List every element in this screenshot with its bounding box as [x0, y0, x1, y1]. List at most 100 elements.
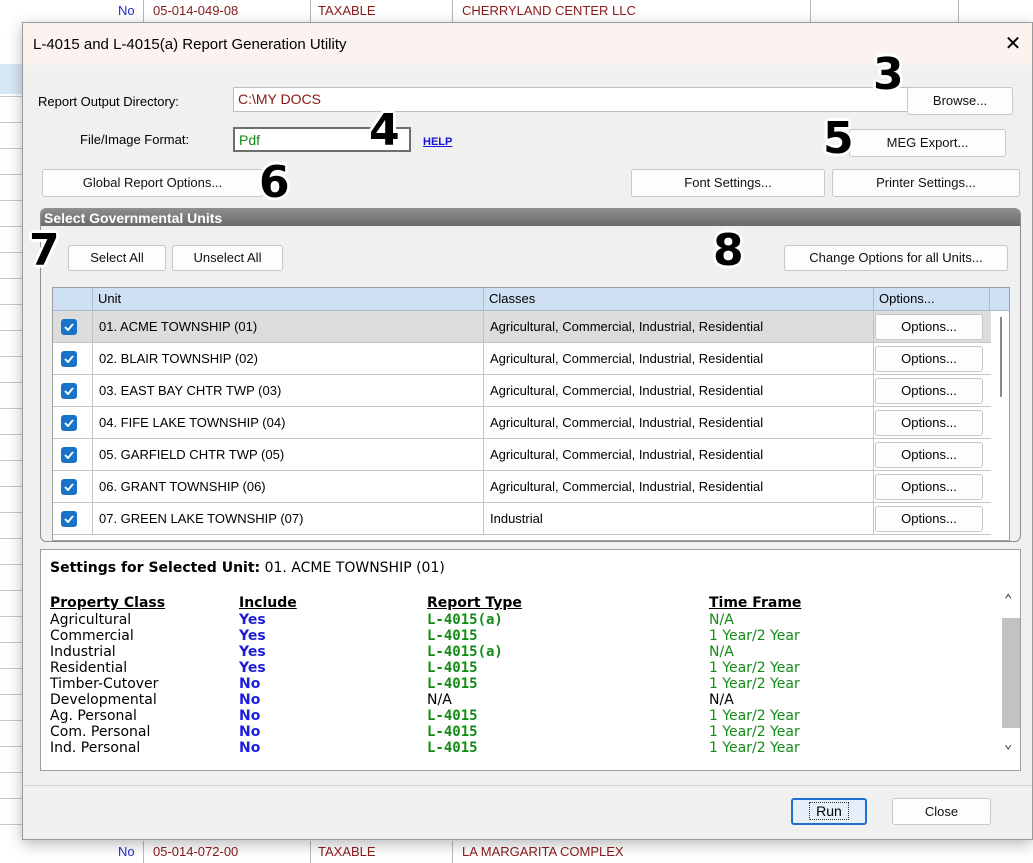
output-directory-label: Report Output Directory:	[38, 94, 179, 109]
unit-cell: 04. FIFE LAKE TOWNSHIP (04)	[93, 407, 484, 438]
settings-time-frame: 1 Year/2 Year	[709, 724, 800, 740]
settings-scrollbar-thumb[interactable]	[1002, 618, 1020, 728]
chevron-up-icon[interactable]: ⌃	[1004, 592, 1012, 608]
row-checkbox[interactable]	[61, 351, 77, 367]
settings-property-class: Ag. Personal	[50, 708, 137, 724]
header-include: Include	[239, 595, 297, 611]
row-checkbox[interactable]	[61, 319, 77, 335]
settings-property-class: Timber-Cutover	[50, 676, 159, 692]
report-generation-dialog: L-4015 and L-4015(a) Report Generation U…	[22, 22, 1033, 840]
table-row[interactable]: 04. FIFE LAKE TOWNSHIP (04) Agricultural…	[53, 407, 1009, 439]
footer-divider	[23, 785, 1032, 786]
row-options-button[interactable]: Options...	[875, 442, 983, 468]
row-options-button[interactable]: Options...	[875, 378, 983, 404]
selected-unit-settings-panel: Settings for Selected Unit: 01. ACME TOW…	[40, 549, 1021, 771]
bg-parcel: 05-014-049-08	[153, 3, 239, 18]
check-icon	[64, 355, 74, 364]
settings-property-class: Ind. Personal	[50, 740, 141, 756]
classes-cell: Agricultural, Commercial, Industrial, Re…	[484, 439, 874, 470]
settings-title-prefix: Settings for Selected Unit:	[50, 560, 261, 576]
row-checkbox[interactable]	[61, 447, 77, 463]
select-all-button[interactable]: Select All	[68, 245, 166, 271]
settings-property-class: Residential	[50, 660, 128, 676]
close-button[interactable]: Close	[892, 798, 991, 825]
settings-time-frame: N/A	[709, 644, 734, 660]
row-options-button[interactable]: Options...	[875, 314, 983, 340]
bg-parcel: 05-014-072-00	[153, 844, 239, 859]
bg-status: TAXABLE	[318, 844, 376, 859]
run-button[interactable]: Run	[791, 798, 867, 825]
settings-include: Yes	[239, 644, 266, 660]
row-checkbox[interactable]	[61, 415, 77, 431]
header-check-column[interactable]	[53, 288, 93, 311]
settings-include: Yes	[239, 612, 266, 628]
annotation-marker-4: 4	[369, 105, 400, 156]
settings-include: No	[239, 724, 261, 740]
check-icon	[64, 323, 74, 332]
global-report-options-button[interactable]: Global Report Options...	[42, 169, 263, 197]
row-checkbox[interactable]	[61, 479, 77, 495]
font-settings-button[interactable]: Font Settings...	[631, 169, 825, 197]
settings-report-type: L-4015	[427, 676, 478, 692]
row-options-button[interactable]: Options...	[875, 474, 983, 500]
row-options-button[interactable]: Options...	[875, 410, 983, 436]
unselect-all-button[interactable]: Unselect All	[172, 245, 283, 271]
grid-scrollbar-thumb[interactable]	[1000, 317, 1002, 397]
unit-cell: 05. GARFIELD CHTR TWP (05)	[93, 439, 484, 470]
change-options-all-units-button[interactable]: Change Options for all Units...	[784, 245, 1008, 271]
settings-report-type: L-4015	[427, 708, 478, 724]
group-title: Select Governmental Units	[44, 210, 223, 226]
settings-property-class: Developmental	[50, 692, 157, 708]
classes-cell: Industrial	[484, 503, 874, 534]
bg-owner: LA MARGARITA COMPLEX	[462, 844, 624, 859]
table-row[interactable]: 01. ACME TOWNSHIP (01) Agricultural, Com…	[53, 311, 1009, 343]
check-icon	[64, 483, 74, 492]
settings-time-frame: N/A	[709, 692, 734, 708]
row-options-button[interactable]: Options...	[875, 506, 983, 532]
header-options[interactable]: Options...	[874, 288, 990, 311]
annotation-marker-3: 3	[873, 49, 904, 100]
grid-header: Unit Classes Options...	[53, 288, 1009, 311]
dialog-title: L-4015 and L-4015(a) Report Generation U…	[33, 36, 347, 53]
row-checkbox[interactable]	[61, 511, 77, 527]
settings-time-frame: 1 Year/2 Year	[709, 676, 800, 692]
table-row[interactable]: 03. EAST BAY CHTR TWP (03) Agricultural,…	[53, 375, 1009, 407]
settings-include: Yes	[239, 628, 266, 644]
run-button-label: Run	[809, 802, 849, 820]
settings-report-type: L-4015(a)	[427, 612, 503, 628]
close-icon[interactable]: ✕	[1000, 31, 1026, 57]
printer-settings-button[interactable]: Printer Settings...	[832, 169, 1020, 197]
unit-cell: 01. ACME TOWNSHIP (01)	[93, 311, 484, 342]
settings-report-type: N/A	[427, 692, 452, 708]
group-header: Select Governmental Units	[41, 209, 1020, 226]
settings-report-type: L-4015	[427, 724, 478, 740]
annotation-marker-7: 7	[29, 225, 60, 276]
settings-time-frame: 1 Year/2 Year	[709, 740, 800, 756]
settings-include: Yes	[239, 660, 266, 676]
check-icon	[64, 515, 74, 524]
table-row[interactable]: 07. GREEN LAKE TOWNSHIP (07) Industrial …	[53, 503, 1009, 535]
check-icon	[64, 419, 74, 428]
annotation-marker-6: 6	[259, 157, 290, 208]
header-unit[interactable]: Unit	[93, 288, 484, 311]
table-row[interactable]: 05. GARFIELD CHTR TWP (05) Agricultural,…	[53, 439, 1009, 471]
annotation-marker-8: 8	[713, 225, 744, 276]
output-directory-input[interactable]: C:\MY DOCS	[233, 87, 909, 112]
header-classes[interactable]: Classes	[484, 288, 874, 311]
settings-title-unit: 01. ACME TOWNSHIP (01)	[264, 560, 445, 576]
settings-include: No	[239, 676, 261, 692]
settings-scrollbar[interactable]: ⌃ ⌄	[1001, 550, 1020, 770]
help-link[interactable]: HELP	[423, 136, 452, 148]
row-options-button[interactable]: Options...	[875, 346, 983, 372]
chevron-down-icon[interactable]: ⌄	[1004, 736, 1012, 752]
browse-button[interactable]: Browse...	[907, 87, 1013, 115]
annotation-marker-5: 5	[823, 113, 854, 164]
meg-export-button[interactable]: MEG Export...	[849, 129, 1006, 157]
table-row[interactable]: 02. BLAIR TOWNSHIP (02) Agricultural, Co…	[53, 343, 1009, 375]
classes-cell: Agricultural, Commercial, Industrial, Re…	[484, 471, 874, 502]
row-checkbox[interactable]	[61, 383, 77, 399]
bg-flag: No	[118, 844, 135, 859]
table-row[interactable]: 06. GRANT TOWNSHIP (06) Agricultural, Co…	[53, 471, 1009, 503]
classes-cell: Agricultural, Commercial, Industrial, Re…	[484, 407, 874, 438]
grid-scrollbar[interactable]	[991, 311, 1009, 540]
